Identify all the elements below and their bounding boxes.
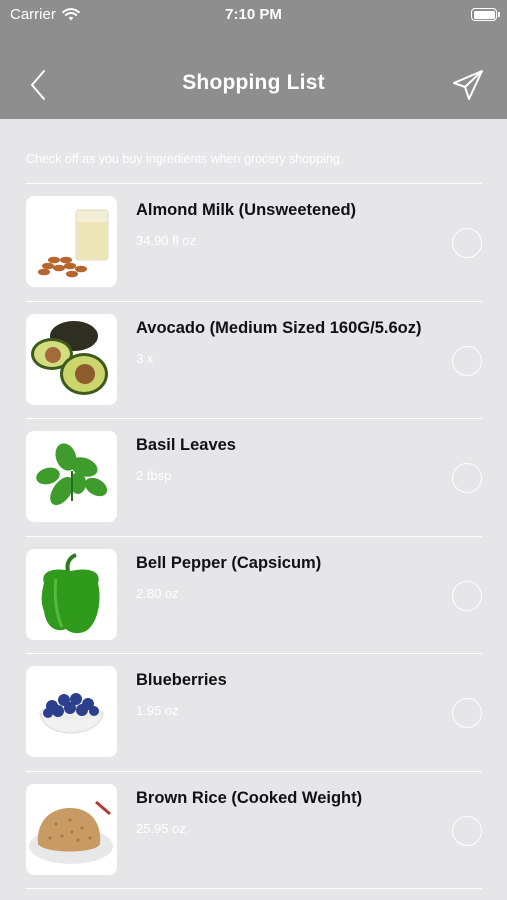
item-name: Almond Milk (Unsweetened) [136,201,357,219]
bell-pepper-image [26,548,117,640]
item-name: Bell Pepper (Capsicum) [136,553,322,572]
nav-bar: Shopping List [0,30,507,119]
shopping-list-content: Check off as you buy ingredients when gr… [0,119,507,900]
item-name: Basil Leaves [136,436,236,454]
item-quantity: 2 tbsp [136,468,172,483]
share-button[interactable] [451,68,485,102]
item-quantity: 34.90 fl oz [136,233,196,248]
instruction-text: Check off as you buy ingredients when gr… [26,152,344,166]
item-name: Brown Rice (Cooked Weight) [136,788,363,807]
almond-milk-image [26,196,117,287]
status-bar: Carrier 7:10 PM [0,0,507,30]
status-time: 7:10 PM [225,6,282,23]
list-item[interactable]: Basil Leaves 2 tbsp [26,419,482,537]
item-quantity: 2.80 oz [136,585,179,601]
basil-leaves-image [26,431,117,522]
list-item[interactable]: Bell Pepper (Capsicum) 2.80 oz [26,537,482,654]
list-item[interactable]: Almond Milk (Unsweetened) 34.90 fl oz [26,184,482,302]
item-quantity: 3 x [136,350,154,366]
item-quantity: 1.95 oz [136,703,179,718]
checkbox[interactable] [452,815,482,846]
list-item[interactable]: Blueberries 1.95 oz [26,654,482,772]
checkbox[interactable] [452,228,482,258]
battery-icon [471,8,500,21]
checkbox[interactable] [452,698,482,728]
item-quantity: 25.95 oz [136,820,186,836]
checkbox[interactable] [452,345,482,376]
paper-plane-icon [453,70,483,100]
avocado-image [26,313,117,405]
item-name: Avocado (Medium Sized 160G/5.6oz) [136,318,422,337]
list-item[interactable]: Brown Rice (Cooked Weight) 25.95 oz [26,772,482,889]
checkbox[interactable] [452,580,482,611]
checkbox[interactable] [452,463,482,493]
brown-rice-image [26,783,117,875]
page-title: Shopping List [182,71,325,94]
list-item[interactable]: Avocado (Medium Sized 160G/5.6oz) 3 x [26,302,482,419]
item-name: Blueberries [136,671,227,689]
blueberries-image [26,666,117,757]
shopping-list: Almond Milk (Unsweetened) 34.90 fl oz Av… [26,183,482,889]
